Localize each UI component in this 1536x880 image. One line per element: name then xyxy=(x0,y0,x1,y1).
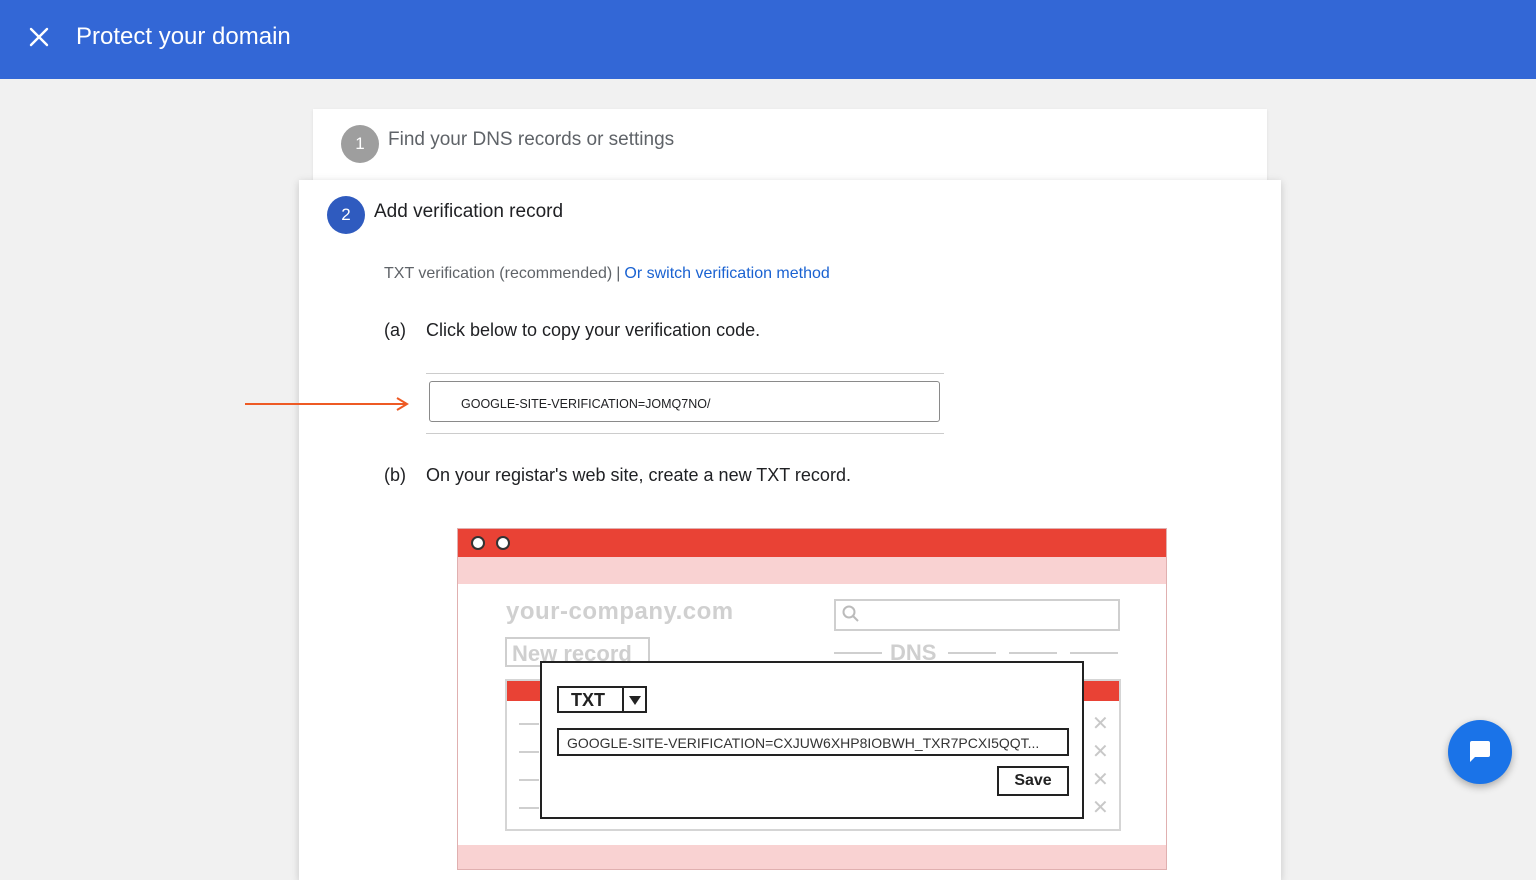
verification-code-frame: GOOGLE-SITE-VERIFICATION=JOMQ7NO/ xyxy=(426,373,944,434)
close-button[interactable] xyxy=(24,22,54,52)
close-icon xyxy=(29,27,49,47)
chat-icon xyxy=(1470,741,1490,762)
delete-x-icon: ✕ xyxy=(1092,797,1109,819)
step-number-2: 2 xyxy=(327,196,365,234)
illustration-record-value: GOOGLE-SITE-VERIFICATION=CXJUW6XHP8IOBWH… xyxy=(557,728,1069,756)
illustration-line xyxy=(1009,652,1057,654)
step-number-1: 1 xyxy=(341,125,379,163)
chat-button[interactable] xyxy=(1448,720,1512,784)
substep-b-letter: (b) xyxy=(384,465,406,485)
step-title-2: Add verification record xyxy=(374,201,564,222)
registrar-illustration: your-company.com New record DNS ✕ ✕ ✕ ✕ … xyxy=(457,528,1167,870)
illustration-line xyxy=(519,807,539,809)
verification-code-field[interactable]: GOOGLE-SITE-VERIFICATION=JOMQ7NO/ xyxy=(429,381,940,422)
window-dot-icon xyxy=(496,536,510,550)
illustration-line xyxy=(519,751,539,753)
delete-x-icon: ✕ xyxy=(1092,713,1109,735)
substep-b-text: On your registar's web site, create a ne… xyxy=(426,465,851,485)
illustration-record-dialog: TXT GOOGLE-SITE-VERIFICATION=CXJUW6XHP8I… xyxy=(540,661,1084,819)
illustration-line xyxy=(519,779,539,781)
illustration-line xyxy=(834,652,882,654)
pointer-arrow-icon xyxy=(245,397,409,411)
illustration-bottom-band xyxy=(458,845,1166,869)
illustration-select-divider xyxy=(622,688,624,711)
illustration-domain: your-company.com xyxy=(506,598,734,625)
illustration-line xyxy=(948,652,996,654)
delete-x-icon: ✕ xyxy=(1092,769,1109,791)
verification-method-row: TXT verification (recommended) | Or switch… xyxy=(384,265,830,283)
dropdown-triangle-icon xyxy=(629,696,641,705)
illustration-titlebar xyxy=(458,529,1166,557)
illustration-save-button: Save xyxy=(997,766,1069,796)
illustration-band xyxy=(458,557,1166,584)
delete-x-icon: ✕ xyxy=(1092,741,1109,763)
illustration-line xyxy=(1070,652,1118,654)
search-icon xyxy=(842,605,859,622)
page-title: Protect your domain xyxy=(76,23,291,50)
switch-method-link[interactable]: Or switch verification method xyxy=(624,265,829,282)
illustration-type-select: TXT xyxy=(557,686,647,713)
header-bar: Protect your domain xyxy=(0,0,1536,79)
window-dot-icon xyxy=(471,536,485,550)
substep-b: (b) On your registar's web site, create a… xyxy=(384,465,851,486)
substep-a-text: Click below to copy your verification co… xyxy=(426,320,761,340)
substep-a: (a) Click below to copy your verification… xyxy=(384,320,760,341)
illustration-type-label: TXT xyxy=(571,690,605,710)
method-separator: | xyxy=(616,265,621,282)
substep-a-letter: (a) xyxy=(384,320,406,340)
illustration-line xyxy=(519,723,539,725)
illustration-search-box xyxy=(834,599,1120,631)
step-title-1: Find your DNS records or settings xyxy=(388,129,675,150)
current-method-label: TXT verification (recommended) xyxy=(384,265,613,282)
